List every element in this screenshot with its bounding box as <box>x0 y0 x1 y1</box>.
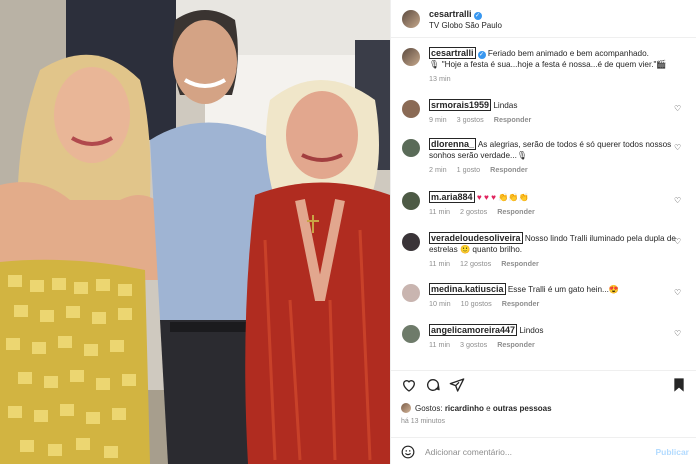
likes-prefix: Gostos: <box>415 403 443 413</box>
comment-like-heart-icon[interactable]: ♡ <box>674 197 682 205</box>
post-header: cesartralli ✓ TV Globo São Paulo <box>391 0 696 38</box>
comment-time: 11 min <box>429 259 451 268</box>
comment-time: 11 min <box>429 340 451 349</box>
reply-button[interactable]: Responder <box>490 165 528 174</box>
commenter-avatar[interactable] <box>402 139 420 157</box>
commenter-avatar[interactable] <box>402 233 420 251</box>
comment-icon[interactable] <box>425 377 441 393</box>
liker-avatar <box>401 403 411 413</box>
post-photo[interactable] <box>0 0 390 464</box>
emoji-icon[interactable] <box>401 445 415 459</box>
comment-likes[interactable]: 2 gostos <box>460 207 487 216</box>
add-comment-input[interactable] <box>425 446 645 457</box>
instagram-post-window: cesartralli ✓ TV Globo São Paulo cesartra… <box>0 0 696 464</box>
publish-button[interactable]: Publicar <box>655 447 689 457</box>
author-avatar[interactable] <box>402 9 420 28</box>
bookmark-icon[interactable] <box>671 377 687 393</box>
comment-item: angelicamoreira447 Lindos 11 min 3 gostos… <box>402 324 688 350</box>
comments-list[interactable]: cesartralli ✓ Feriado bem animado e bem a… <box>391 44 696 370</box>
comment-username[interactable]: m.aria884 <box>429 191 475 203</box>
comment-text: Lindos <box>519 326 544 335</box>
comment-username[interactable]: veradeloudesoliveira <box>429 232 523 244</box>
microphone-icon: 🎙 <box>429 60 440 69</box>
comment-text: Lindas <box>493 101 518 110</box>
caption-author-avatar[interactable] <box>402 48 420 66</box>
comment-likes[interactable]: 10 gostos <box>461 299 492 308</box>
author-username[interactable]: cesartralli <box>429 9 472 19</box>
post-time-ago: há 13 minutos <box>401 418 445 425</box>
comment-item: medina.katiuscia Esse Tralli é um gato h… <box>402 283 688 309</box>
post-location[interactable]: TV Globo São Paulo <box>429 20 502 31</box>
photo-illustration <box>0 0 390 464</box>
comment-like-heart-icon[interactable]: ♡ <box>674 289 682 297</box>
comment-time: 9 min <box>429 115 447 124</box>
commenter-avatar[interactable] <box>402 100 420 118</box>
comment-username[interactable]: angelicamoreira447 <box>429 324 518 336</box>
action-icons-row <box>401 377 689 395</box>
microphone-icon: 🎙 <box>516 151 528 160</box>
heart-icon[interactable] <box>401 377 417 393</box>
post-details-panel: cesartralli ✓ TV Globo São Paulo cesartra… <box>390 0 696 464</box>
verified-badge-icon: ✓ <box>473 11 482 20</box>
reply-button[interactable]: Responder <box>494 115 532 124</box>
comment-username[interactable]: medina.katiuscia <box>429 283 506 295</box>
comment-username[interactable]: dlorenna_ <box>429 138 477 150</box>
post-caption: cesartralli ✓ Feriado bem animado e bem a… <box>402 47 688 84</box>
comment-time: 2 min <box>429 165 447 174</box>
reply-button[interactable]: Responder <box>497 207 535 216</box>
caption-text-line1: Feriado bem animado e bem acompanhado. <box>487 49 649 58</box>
comment-item: veradeloudesoliveira Nosso lindo Tralli … <box>402 232 688 269</box>
comment-item: m.aria884 ♥ ♥ ♥ 👏👏👏 11 min 2 gostos Respon… <box>402 191 688 217</box>
comment-likes[interactable]: 3 gostos <box>460 340 487 349</box>
comment-like-heart-icon[interactable]: ♡ <box>674 105 682 113</box>
share-icon[interactable] <box>449 377 465 393</box>
likes-connector: e <box>486 403 491 413</box>
likes-others[interactable]: outras pessoas <box>493 404 552 413</box>
comment-time: 10 min <box>429 299 451 308</box>
commenter-avatar[interactable] <box>402 192 420 210</box>
post-actions: Gostos: ricardinho e outras pessoas há 1… <box>391 370 696 464</box>
reply-button[interactable]: Responder <box>501 259 539 268</box>
comment-item: srmorais1959 Lindas 9 min 3 gostos Respond… <box>402 99 688 125</box>
comment-time: 11 min <box>429 207 451 216</box>
comment-item: dlorenna_ As alegrias, serão de todos é … <box>402 138 688 175</box>
comment-like-heart-icon[interactable]: ♡ <box>674 330 682 338</box>
reply-button[interactable]: Responder <box>497 340 535 349</box>
comment-text: ♥ ♥ ♥ 👏👏👏 <box>476 193 529 202</box>
comment-likes[interactable]: 3 gostos <box>457 115 484 124</box>
caption-text-line2: "Hoje a festa é sua...hoje a festa é nos… <box>441 60 657 69</box>
add-comment-bar: Publicar <box>391 437 696 465</box>
author-info: cesartralli ✓ TV Globo São Paulo <box>429 7 502 31</box>
likes-summary[interactable]: Gostos: ricardinho e outras pessoas <box>401 403 552 413</box>
caption-time: 13 min <box>429 74 451 83</box>
commenter-avatar[interactable] <box>402 284 420 302</box>
comment-likes[interactable]: 1 gosto <box>457 165 481 174</box>
clapperboard-icon: 🎬 <box>656 60 667 69</box>
comment-username[interactable]: srmorais1959 <box>429 99 492 111</box>
liker-username[interactable]: ricardinho <box>445 404 484 413</box>
caption-username[interactable]: cesartralli <box>429 47 476 59</box>
comment-like-heart-icon[interactable]: ♡ <box>674 144 682 152</box>
comment-like-heart-icon[interactable]: ♡ <box>674 238 682 246</box>
reply-button[interactable]: Responder <box>502 299 540 308</box>
commenter-avatar[interactable] <box>402 325 420 343</box>
verified-badge-icon: ✓ <box>477 51 486 59</box>
comment-likes[interactable]: 12 gostos <box>460 259 491 268</box>
comment-text: Esse Tralli é um gato hein...😍 <box>507 285 620 294</box>
